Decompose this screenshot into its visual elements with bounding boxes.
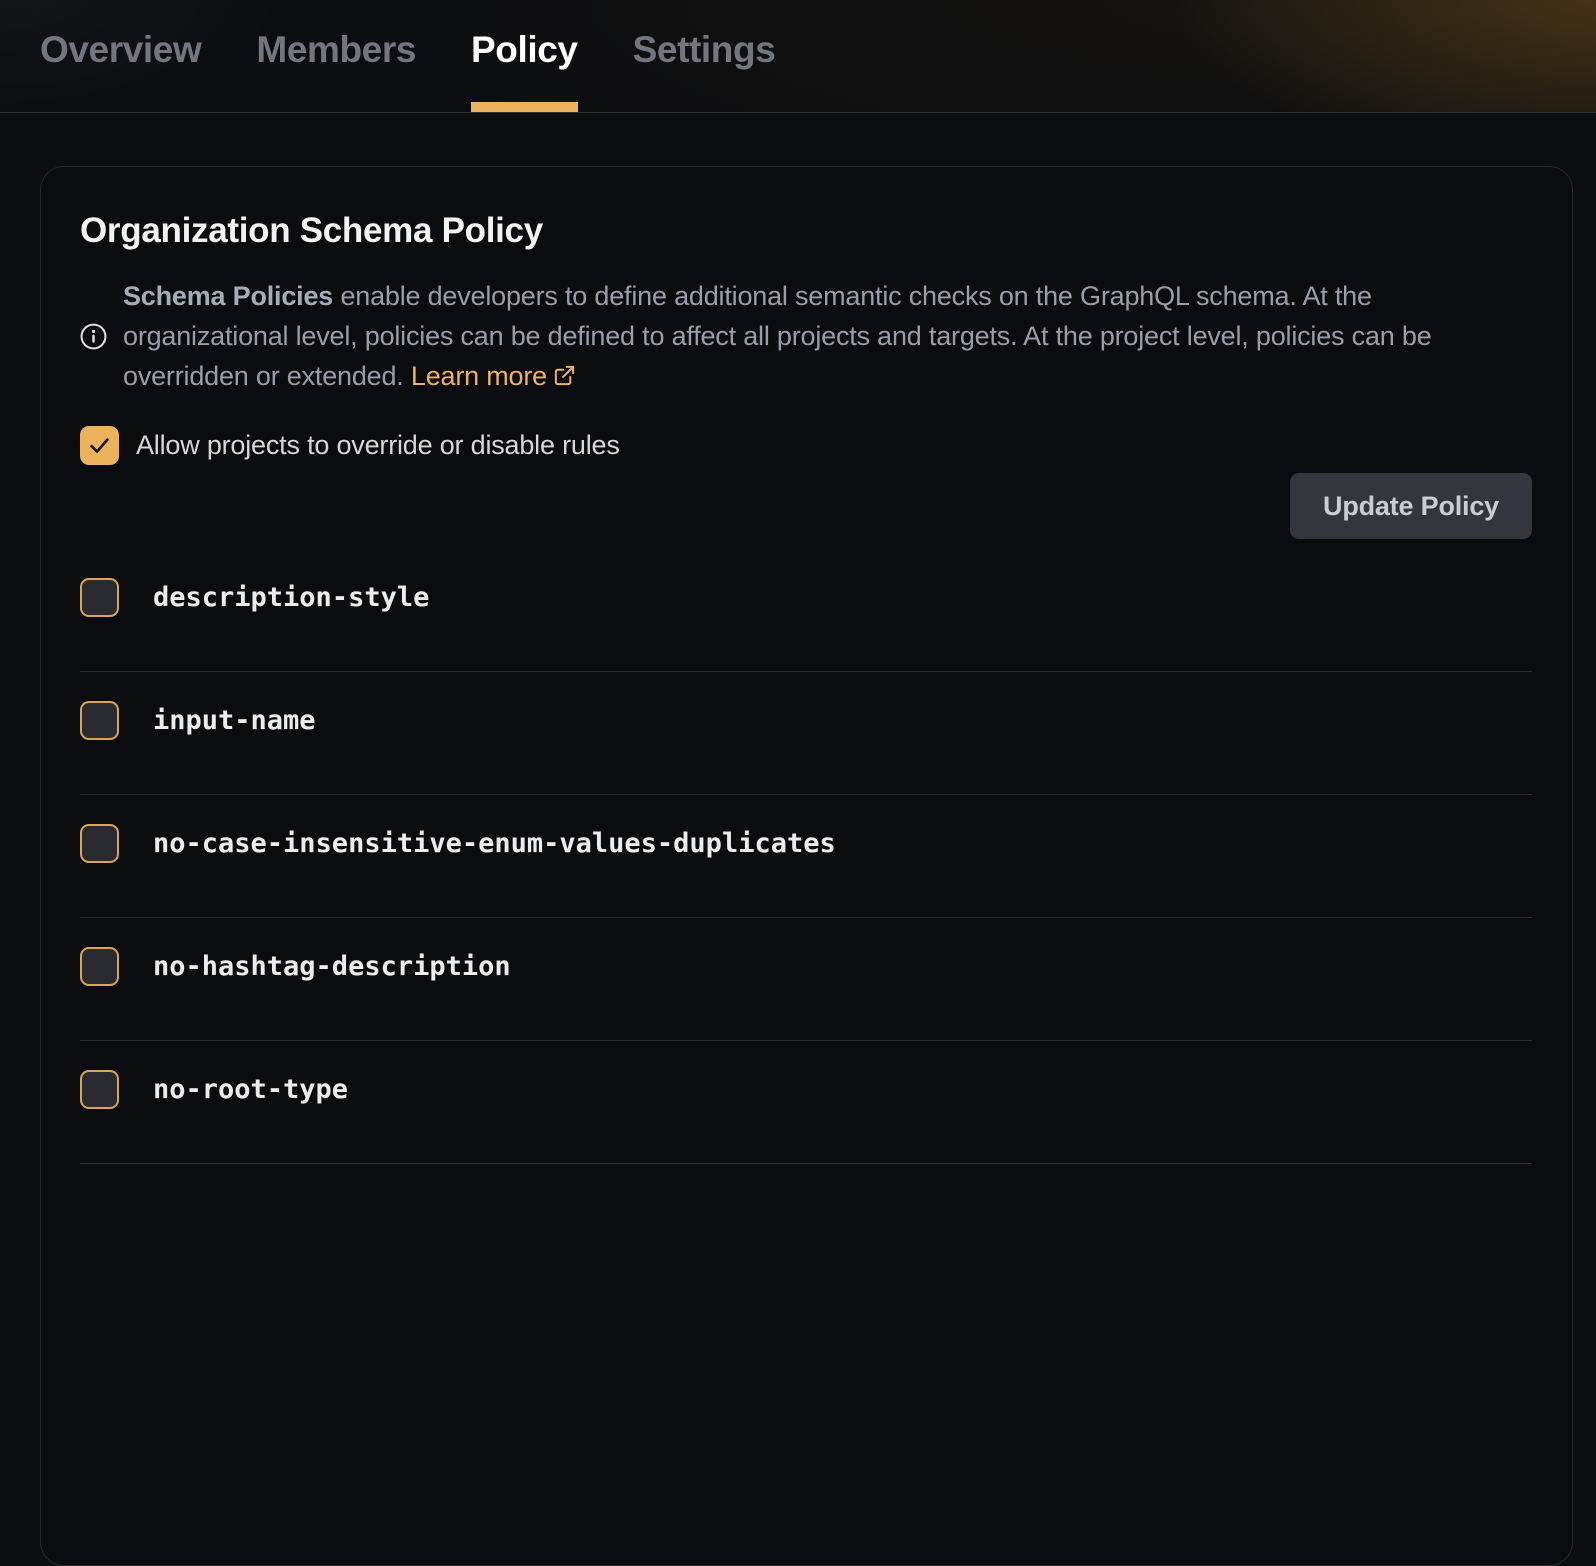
rule-name: description-style [153,582,429,613]
override-checkbox[interactable] [80,426,119,465]
override-checkbox-row[interactable]: Allow projects to override or disable ru… [80,426,620,465]
rule-row: no-hashtag-description [80,918,1532,1041]
tab-policy[interactable]: Policy [471,0,578,112]
rule-checkbox[interactable] [80,1070,119,1109]
tab-overview[interactable]: Overview [40,0,201,112]
override-checkbox-label: Allow projects to override or disable ru… [136,430,620,461]
panel-actions: Update Policy [80,473,1532,539]
active-tab-indicator [471,102,578,112]
info-icon [80,323,107,350]
page-title: Organization Schema Policy [80,211,1532,251]
rule-checkbox[interactable] [80,701,119,740]
checkmark-icon [86,432,113,459]
update-policy-button[interactable]: Update Policy [1290,473,1532,539]
description-text: Schema Policies enable developers to def… [123,276,1532,396]
rule-name: no-case-insensitive-enum-values-duplicat… [153,828,836,859]
rule-row: description-style [80,549,1532,672]
tab-members[interactable]: Members [256,0,416,112]
rule-row: no-case-insensitive-enum-values-duplicat… [80,795,1532,918]
rule-name: input-name [153,705,316,736]
rule-row: no-root-type [80,1041,1532,1164]
schema-policy-description: Schema Policies enable developers to def… [80,276,1532,396]
description-lead: Schema Policies [123,281,333,311]
rule-row: input-name [80,672,1532,795]
rule-checkbox[interactable] [80,824,119,863]
external-link-icon [553,364,576,387]
tabs-nav: Overview Members Policy Settings [0,0,1596,112]
rule-name: no-hashtag-description [153,951,511,982]
tab-bar: Overview Members Policy Settings [0,0,1596,113]
rule-checkbox[interactable] [80,947,119,986]
organization-schema-policy-panel: Organization Schema Policy Schema Polici… [40,166,1573,1566]
tab-settings[interactable]: Settings [633,0,776,112]
main-content: Organization Schema Policy Schema Polici… [0,113,1596,1566]
rule-checkbox[interactable] [80,578,119,617]
rules-list: description-style input-name no-case-ins… [80,549,1532,1164]
learn-more-link[interactable]: Learn more [411,361,576,391]
rule-name: no-root-type [153,1074,348,1105]
